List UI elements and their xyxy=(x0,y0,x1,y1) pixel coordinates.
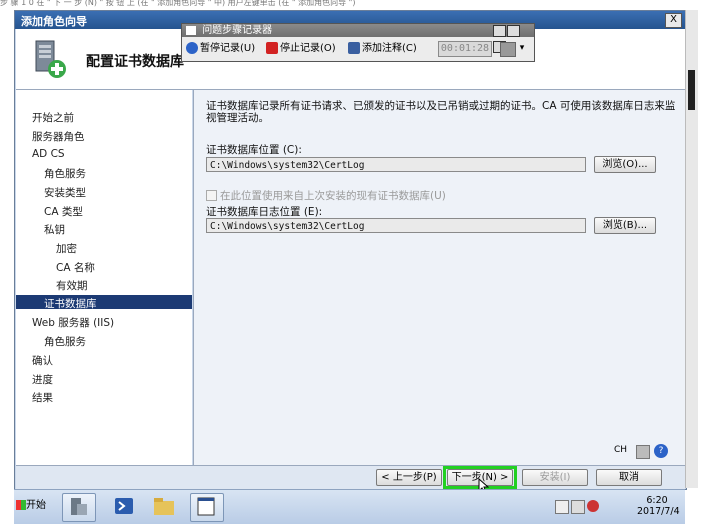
recording-timer: 00:01:28 xyxy=(438,41,492,57)
add-comment-button[interactable]: 添加注释(C) xyxy=(348,41,417,57)
nav-item-confirmation[interactable]: 确认 xyxy=(32,353,53,368)
keyboard-icon[interactable] xyxy=(636,445,650,459)
nav-item-iis-role-services[interactable]: 角色服务 xyxy=(44,334,86,349)
server-manager-taskbar-icon[interactable] xyxy=(62,493,96,522)
nav-item-web-server-iis[interactable]: Web 服务器 (IIS) xyxy=(32,315,114,330)
nav-item-setup-type[interactable]: 安装类型 xyxy=(44,185,86,200)
nav-selection-highlight xyxy=(16,295,192,309)
minimize-icon[interactable] xyxy=(493,25,506,37)
nav-item-certificate-database[interactable]: 证书数据库 xyxy=(44,296,97,311)
add-comment-label: 添加注释(C) xyxy=(362,43,417,54)
comment-icon xyxy=(348,42,360,54)
nav-item-ca-name[interactable]: CA 名称 xyxy=(56,260,95,275)
network-icon[interactable] xyxy=(571,500,585,514)
log-location-field[interactable]: C:\Windows\system32\CertLog xyxy=(206,218,586,233)
powershell-taskbar-icon[interactable] xyxy=(108,493,142,522)
volume-muted-icon[interactable] xyxy=(587,500,599,512)
stop-record-button[interactable]: 停止记录(O) xyxy=(266,41,336,57)
maximize-icon[interactable] xyxy=(507,25,520,37)
add-roles-wizard-window: 添加角色向导 X 配置证书数据库 开始之前 服务器角色 AD CS 角色服务 安… xyxy=(14,10,687,494)
wizard-taskbar-icon[interactable] xyxy=(190,493,224,522)
cropped-caption: 步 骤 1 0 在 " 下 一 步 (N) " 按 钮 上 (在 " 添加角色向… xyxy=(0,0,719,8)
flag-icon[interactable] xyxy=(555,500,569,514)
page-title: 配置证书数据库 xyxy=(86,54,184,70)
problem-steps-recorder-window: 问题步骤记录器 暂停记录(U) 停止记录(O) 添加注释(C) 00:01:28… xyxy=(181,23,535,62)
reuse-database-label: 在此位置使用来自上次安装的现有证书数据库(U) xyxy=(220,190,446,202)
clock-date: 2017/7/4 xyxy=(637,506,680,517)
pause-icon xyxy=(186,42,198,54)
stop-record-label: 停止记录(O) xyxy=(280,43,336,54)
clock-time: 6:20 xyxy=(646,495,668,506)
nav-item-progress[interactable]: 进度 xyxy=(32,372,53,387)
explorer-taskbar-icon[interactable] xyxy=(148,493,182,522)
reuse-database-checkbox[interactable] xyxy=(206,190,217,201)
language-indicator[interactable]: CH xyxy=(614,445,627,455)
close-button[interactable]: X xyxy=(665,13,682,28)
vertical-scrollbar[interactable] xyxy=(685,10,698,488)
help-circle-icon[interactable]: ? xyxy=(654,444,668,458)
help-icon[interactable] xyxy=(500,42,516,57)
browse-db-button[interactable]: 浏览(O)... xyxy=(594,156,656,173)
wizard-footer: < 上一步(P) 下一步(N) > 安装(I) 取消 xyxy=(16,465,685,494)
browse-log-button[interactable]: 浏览(B)... xyxy=(594,217,656,234)
log-location-label: 证书数据库日志位置 (E): xyxy=(206,206,323,218)
db-location-label: 证书数据库位置 (C): xyxy=(206,144,302,156)
recorder-toolbar: 暂停记录(U) 停止记录(O) 添加注释(C) 00:01:28 ▾ xyxy=(182,38,534,60)
stop-icon xyxy=(266,42,278,54)
cancel-button[interactable]: 取消 xyxy=(596,469,662,486)
nav-item-cryptography[interactable]: 加密 xyxy=(56,241,77,256)
nav-item-server-roles[interactable]: 服务器角色 xyxy=(32,129,85,144)
dropdown-chevron-icon[interactable]: ▾ xyxy=(516,42,528,55)
install-button[interactable]: 安装(I) xyxy=(522,469,588,486)
pause-record-label: 暂停记录(U) xyxy=(200,43,256,54)
window-title: 添加角色向导 xyxy=(21,15,87,28)
db-location-field[interactable]: C:\Windows\system32\CertLog xyxy=(206,157,586,172)
nav-item-private-key[interactable]: 私钥 xyxy=(44,222,65,237)
nav-item-before-you-begin[interactable]: 开始之前 xyxy=(32,110,74,125)
server-add-icon xyxy=(30,39,68,79)
windows-logo-icon xyxy=(16,500,26,510)
page-description: 证书数据库记录所有证书请求、已颁发的证书以及已吊销或过期的证书。CA 可使用该数… xyxy=(206,100,676,124)
system-tray: 6:20 2017/7/4 xyxy=(555,492,683,521)
start-button[interactable]: 开始 xyxy=(16,496,56,516)
clock[interactable]: 6:20 2017/7/4 xyxy=(637,495,680,517)
start-label: 开始 xyxy=(26,500,46,511)
pause-record-button[interactable]: 暂停记录(U) xyxy=(186,41,255,57)
nav-item-role-services[interactable]: 角色服务 xyxy=(44,166,86,181)
wizard-content: 证书数据库记录所有证书请求、已颁发的证书以及已吊销或过期的证书。CA 可使用该数… xyxy=(193,90,687,465)
recorder-title-bar: 问题步骤记录器 xyxy=(182,24,534,53)
nav-item-ca-type[interactable]: CA 类型 xyxy=(44,204,83,219)
nav-item-ad-cs[interactable]: AD CS xyxy=(32,148,65,160)
previous-button[interactable]: < 上一步(P) xyxy=(376,469,442,486)
taskbar: 开始 6:20 2017/7/4 xyxy=(14,489,685,524)
recorder-title: 问题步骤记录器 xyxy=(202,25,273,36)
recorder-window-controls[interactable] xyxy=(492,25,532,53)
recorder-app-icon xyxy=(186,26,196,35)
nav-item-validity-period[interactable]: 有效期 xyxy=(56,278,88,293)
nav-item-results[interactable]: 结果 xyxy=(32,390,53,405)
scroll-thumb[interactable] xyxy=(688,70,695,110)
wizard-nav: 开始之前 服务器角色 AD CS 角色服务 安装类型 CA 类型 私钥 加密 C… xyxy=(16,90,192,465)
language-bar: CH ? xyxy=(614,442,684,462)
